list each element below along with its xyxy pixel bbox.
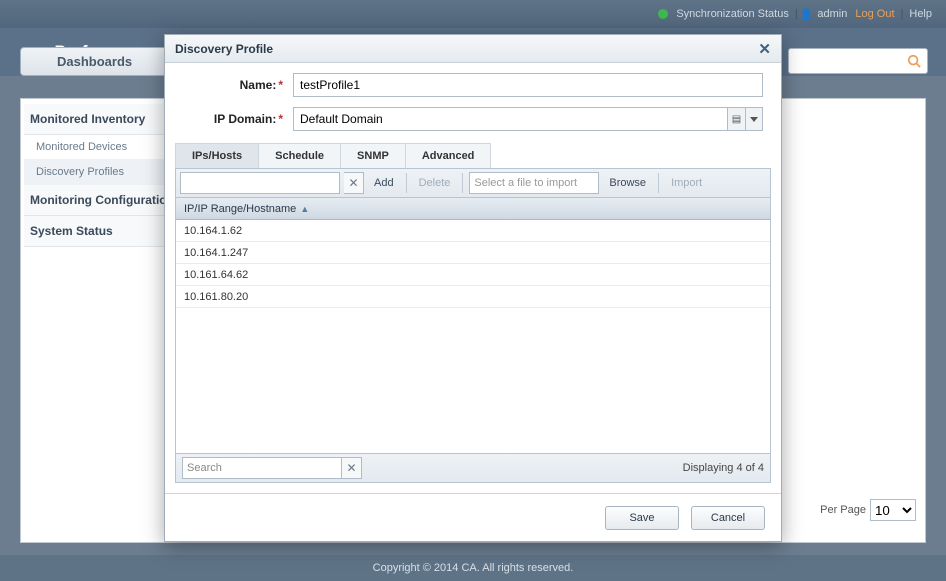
cancel-button[interactable]: Cancel	[691, 506, 765, 530]
name-row: Name:*	[165, 63, 781, 97]
page-footer: Copyright © 2014 CA. All rights reserved…	[0, 555, 946, 581]
table-row[interactable]: 10.161.80.20	[176, 286, 770, 308]
domain-picker-icon[interactable]: ▤	[727, 107, 745, 131]
close-icon[interactable]: ✕	[758, 40, 771, 58]
discovery-profile-dialog: Discovery Profile ✕ Name:* IP Domain:* ▤…	[164, 34, 782, 542]
grid-toolbar: ✕ Add Delete Select a file to import Bro…	[175, 168, 771, 198]
tab-snmp[interactable]: SNMP	[340, 143, 406, 168]
dialog-action-bar: Save Cancel	[165, 493, 781, 541]
grid-displaying-label: Displaying 4 of 4	[683, 462, 764, 474]
sidebar-item-discovery-profiles[interactable]: Discovery Profiles	[24, 160, 184, 185]
grid-search-clear-icon[interactable]: ✕	[342, 457, 362, 479]
grid-body: 10.164.1.62 10.164.1.247 10.161.64.62 10…	[175, 220, 771, 453]
per-page-label: Per Page	[820, 504, 866, 516]
sidebar-item-monitored-devices[interactable]: Monitored Devices	[24, 135, 184, 160]
table-row[interactable]: 10.164.1.247	[176, 242, 770, 264]
top-status-bar: Synchronization Status | 👤 admin Log Out…	[0, 0, 946, 28]
import-file-field[interactable]: Select a file to import	[469, 172, 599, 194]
sync-status-link[interactable]: Synchronization Status	[676, 8, 789, 20]
ip-add-clear-icon[interactable]: ✕	[344, 172, 364, 194]
sync-status-icon	[658, 9, 668, 19]
browse-button[interactable]: Browse	[603, 177, 652, 189]
domain-input[interactable]	[293, 107, 727, 131]
help-link[interactable]: Help	[909, 8, 932, 20]
tab-advanced[interactable]: Advanced	[405, 143, 492, 168]
separator: |	[795, 8, 798, 20]
name-label: Name:*	[183, 78, 293, 92]
separator	[406, 173, 407, 193]
tab-dashboards[interactable]: Dashboards	[20, 47, 169, 76]
table-row[interactable]: 10.161.64.62	[176, 264, 770, 286]
user-link[interactable]: admin	[817, 8, 847, 20]
per-page-control: Per Page 10	[820, 499, 916, 521]
import-button[interactable]: Import	[665, 177, 708, 189]
dialog-titlebar: Discovery Profile ✕	[165, 35, 781, 63]
dialog-title: Discovery Profile	[175, 42, 273, 56]
tab-ips-hosts[interactable]: IPs/Hosts	[175, 143, 259, 168]
separator	[658, 173, 659, 193]
grid-footer: ✕ Displaying 4 of 4	[175, 453, 771, 483]
global-search-input[interactable]	[788, 48, 928, 74]
tab-schedule[interactable]: Schedule	[258, 143, 341, 168]
separator	[462, 173, 463, 193]
add-button[interactable]: Add	[368, 177, 400, 189]
search-icon	[907, 54, 921, 68]
delete-button[interactable]: Delete	[413, 177, 457, 189]
separator: |	[901, 8, 904, 20]
user-icon: 👤	[800, 8, 814, 21]
domain-dropdown-icon[interactable]	[745, 107, 763, 131]
column-ip-hostname: IP/IP Range/Hostname	[184, 203, 296, 215]
grid-column-header[interactable]: IP/IP Range/Hostname ▲	[175, 198, 771, 220]
logout-link[interactable]: Log Out	[855, 8, 894, 20]
domain-row: IP Domain:* ▤	[165, 97, 781, 131]
sidebar-section-monitoring-config[interactable]: Monitoring Configuration	[24, 185, 184, 216]
profile-subtabs: IPs/Hosts Schedule SNMP Advanced	[175, 143, 771, 168]
sidebar-section-system-status[interactable]: System Status	[24, 216, 184, 247]
name-input[interactable]	[293, 73, 763, 97]
grid-search-input[interactable]	[182, 457, 342, 479]
sort-asc-icon: ▲	[300, 204, 309, 214]
sidebar-section-monitored-inventory[interactable]: Monitored Inventory	[24, 104, 184, 135]
per-page-select[interactable]: 10	[870, 499, 916, 521]
save-button[interactable]: Save	[605, 506, 679, 530]
ip-add-input[interactable]	[180, 172, 340, 194]
table-row[interactable]: 10.164.1.62	[176, 220, 770, 242]
domain-label: IP Domain:*	[183, 112, 293, 126]
admin-sidebar: Monitored Inventory Monitored Devices Di…	[24, 104, 184, 247]
